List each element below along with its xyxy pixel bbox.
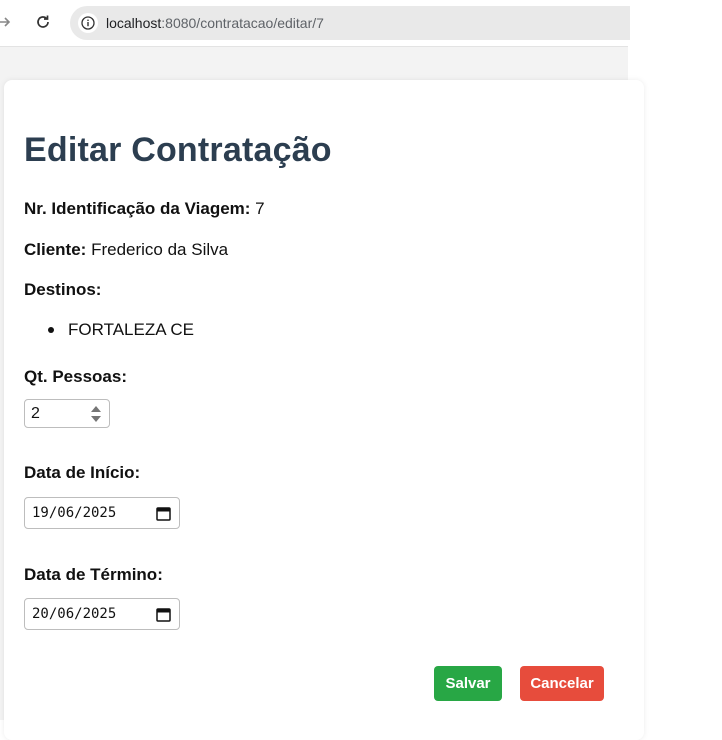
calendar-icon[interactable] [156,607,171,622]
save-button[interactable]: Salvar [434,666,502,701]
browser-toolbar: localhost:8080/contratacao/editar/7 [0,0,630,47]
list-item: FORTALEZA CE [48,320,194,340]
end-date-heading: Data de Término: [24,565,163,585]
trip-id-value: 7 [255,199,265,218]
destinations-list: FORTALEZA CE [48,320,194,340]
spinner-icon[interactable] [89,403,103,425]
trip-id-label: Nr. Identificação da Viagem: [24,199,251,218]
start-date-input[interactable]: 19/06/2025 [24,497,180,529]
end-date-input[interactable]: 20/06/2025 [24,598,180,630]
people-quantity-input[interactable]: 2 [24,399,110,428]
end-date-label: Data de Término: [24,565,163,584]
address-bar[interactable]: localhost:8080/contratacao/editar/7 [70,6,630,40]
forward-icon[interactable] [0,10,16,34]
people-quantity-value[interactable]: 2 [31,405,89,423]
bullet-icon [48,327,54,333]
destination-name: FORTALEZA CE [68,320,194,339]
people-label: Qt. Pessoas: [24,367,127,386]
start-date-heading: Data de Início: [24,463,140,483]
calendar-icon[interactable] [156,506,171,521]
url-text: localhost:8080/contratacao/editar/7 [106,15,324,31]
start-date-label: Data de Início: [24,463,141,482]
page-title: Editar Contratação [24,131,332,169]
client-label: Cliente: [24,240,87,259]
people-heading: Qt. Pessoas: [24,367,127,387]
client-value: Frederico da Silva [91,240,229,259]
reload-icon[interactable] [31,10,55,34]
site-info-icon[interactable] [78,13,98,33]
cancel-button[interactable]: Cancelar [520,666,604,701]
destinations-label: Destinos: [24,280,102,299]
destinations-heading: Destinos: [24,280,101,300]
client-row: Cliente: Frederico da Silva [24,240,228,260]
start-date-value[interactable]: 19/06/2025 [32,505,156,521]
trip-id-row: Nr. Identificação da Viagem: 7 [24,199,265,219]
url-host: localhost [106,15,162,31]
end-date-value[interactable]: 20/06/2025 [32,606,156,622]
url-path: :8080/contratacao/editar/7 [161,15,324,31]
